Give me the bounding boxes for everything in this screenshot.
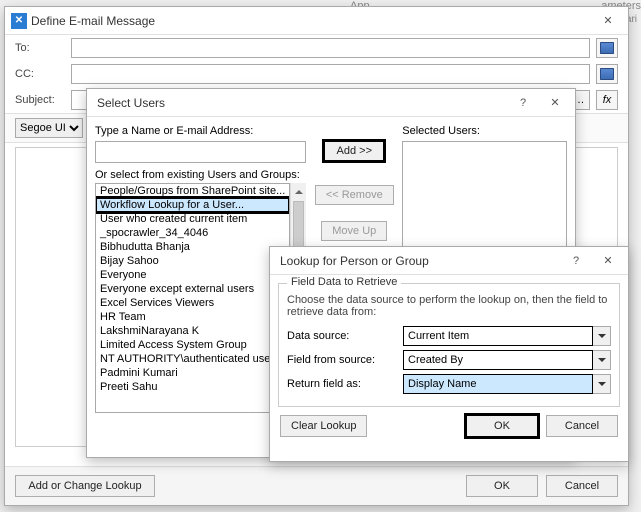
scroll-thumb[interactable] bbox=[293, 201, 304, 251]
list-item[interactable]: Everyone except external users bbox=[96, 282, 289, 296]
list-item[interactable]: Bibhudutta Bhanja bbox=[96, 240, 289, 254]
list-item[interactable]: User who created current item bbox=[96, 212, 289, 226]
datasource-label: Data source: bbox=[287, 330, 397, 342]
list-item[interactable]: NT AUTHORITY\authenticated users bbox=[96, 352, 289, 366]
subject-label: Subject: bbox=[15, 94, 65, 106]
add-button[interactable]: Add >> bbox=[324, 141, 384, 161]
type-name-input[interactable] bbox=[95, 141, 306, 163]
return-label: Return field as: bbox=[287, 378, 397, 390]
select-users-titlebar: Select Users ? ✕ bbox=[87, 89, 575, 117]
field-label: Field from source: bbox=[287, 354, 397, 366]
lookup-titlebar: Lookup for Person or Group ? ✕ bbox=[270, 247, 628, 275]
datasource-combo[interactable] bbox=[403, 326, 611, 346]
existing-users-listbox[interactable]: People/Groups from SharePoint site...Wor… bbox=[95, 183, 290, 413]
to-label: To: bbox=[15, 42, 65, 54]
list-item[interactable]: Everyone bbox=[96, 268, 289, 282]
scroll-up-icon[interactable] bbox=[291, 183, 306, 199]
field-data-legend: Field Data to Retrieve bbox=[287, 276, 401, 288]
chevron-down-icon[interactable] bbox=[593, 326, 611, 346]
field-input[interactable] bbox=[403, 350, 593, 370]
app-icon: ✕ bbox=[11, 13, 27, 29]
font-name-select[interactable]: Segoe UI bbox=[15, 118, 83, 138]
book-icon bbox=[600, 42, 614, 54]
moveup-button[interactable]: Move Up bbox=[321, 221, 387, 241]
list-item[interactable]: LakshmiNarayana K bbox=[96, 324, 289, 338]
list-item[interactable]: Limited Access System Group bbox=[96, 338, 289, 352]
list-item[interactable]: People/Groups from SharePoint site... bbox=[96, 184, 289, 198]
type-name-label: Type a Name or E-mail Address: bbox=[95, 125, 306, 137]
field-combo[interactable] bbox=[403, 350, 611, 370]
list-item[interactable]: Bijay Sahoo bbox=[96, 254, 289, 268]
cc-field[interactable] bbox=[71, 64, 590, 84]
to-addressbook-button[interactable] bbox=[596, 38, 618, 58]
to-field[interactable] bbox=[71, 38, 590, 58]
help-icon[interactable]: ? bbox=[560, 250, 592, 272]
cancel-button[interactable]: Cancel bbox=[546, 415, 618, 437]
cc-label: CC: bbox=[15, 68, 65, 80]
existing-users-label: Or select from existing Users and Groups… bbox=[95, 169, 306, 181]
lookup-help-text: Choose the data source to perform the lo… bbox=[287, 294, 611, 318]
clear-lookup-button[interactable]: Clear Lookup bbox=[280, 415, 367, 437]
help-icon[interactable]: ? bbox=[507, 92, 539, 114]
close-icon[interactable]: ✕ bbox=[539, 92, 571, 114]
add-lookup-button[interactable]: Add or Change Lookup bbox=[15, 475, 155, 497]
close-icon[interactable]: ✕ bbox=[592, 10, 624, 32]
list-item[interactable]: HR Team bbox=[96, 310, 289, 324]
define-email-title: Define E-mail Message bbox=[27, 14, 592, 28]
lookup-title: Lookup for Person or Group bbox=[276, 254, 560, 268]
datasource-input[interactable] bbox=[403, 326, 593, 346]
define-email-titlebar: ✕ Define E-mail Message ✕ bbox=[5, 7, 628, 35]
cc-addressbook-button[interactable] bbox=[596, 64, 618, 84]
list-item[interactable]: Padmini Kumari bbox=[96, 366, 289, 380]
lookup-dialog: Lookup for Person or Group ? ✕ Field Dat… bbox=[269, 246, 629, 462]
return-combo[interactable] bbox=[403, 374, 611, 394]
select-users-title: Select Users bbox=[93, 96, 507, 110]
list-item[interactable]: Workflow Lookup for a User... bbox=[96, 198, 289, 212]
subject-fx-button[interactable]: fx bbox=[596, 90, 618, 110]
list-item[interactable]: _spocrawler_34_4046 bbox=[96, 226, 289, 240]
return-input[interactable] bbox=[403, 374, 593, 394]
field-data-group: Field Data to Retrieve Choose the data s… bbox=[278, 283, 620, 407]
ok-button[interactable]: OK bbox=[466, 475, 538, 497]
selected-users-label: Selected Users: bbox=[402, 125, 567, 137]
list-item[interactable]: Preeti Sahu bbox=[96, 380, 289, 394]
close-icon[interactable]: ✕ bbox=[592, 250, 624, 272]
book-icon bbox=[600, 68, 614, 80]
cancel-button[interactable]: Cancel bbox=[546, 475, 618, 497]
chevron-down-icon[interactable] bbox=[593, 350, 611, 370]
chevron-down-icon[interactable] bbox=[593, 374, 611, 394]
ok-button[interactable]: OK bbox=[466, 415, 538, 437]
define-email-footer: Add or Change Lookup OK Cancel bbox=[5, 466, 628, 505]
remove-button[interactable]: << Remove bbox=[315, 185, 394, 205]
list-item[interactable]: Excel Services Viewers bbox=[96, 296, 289, 310]
